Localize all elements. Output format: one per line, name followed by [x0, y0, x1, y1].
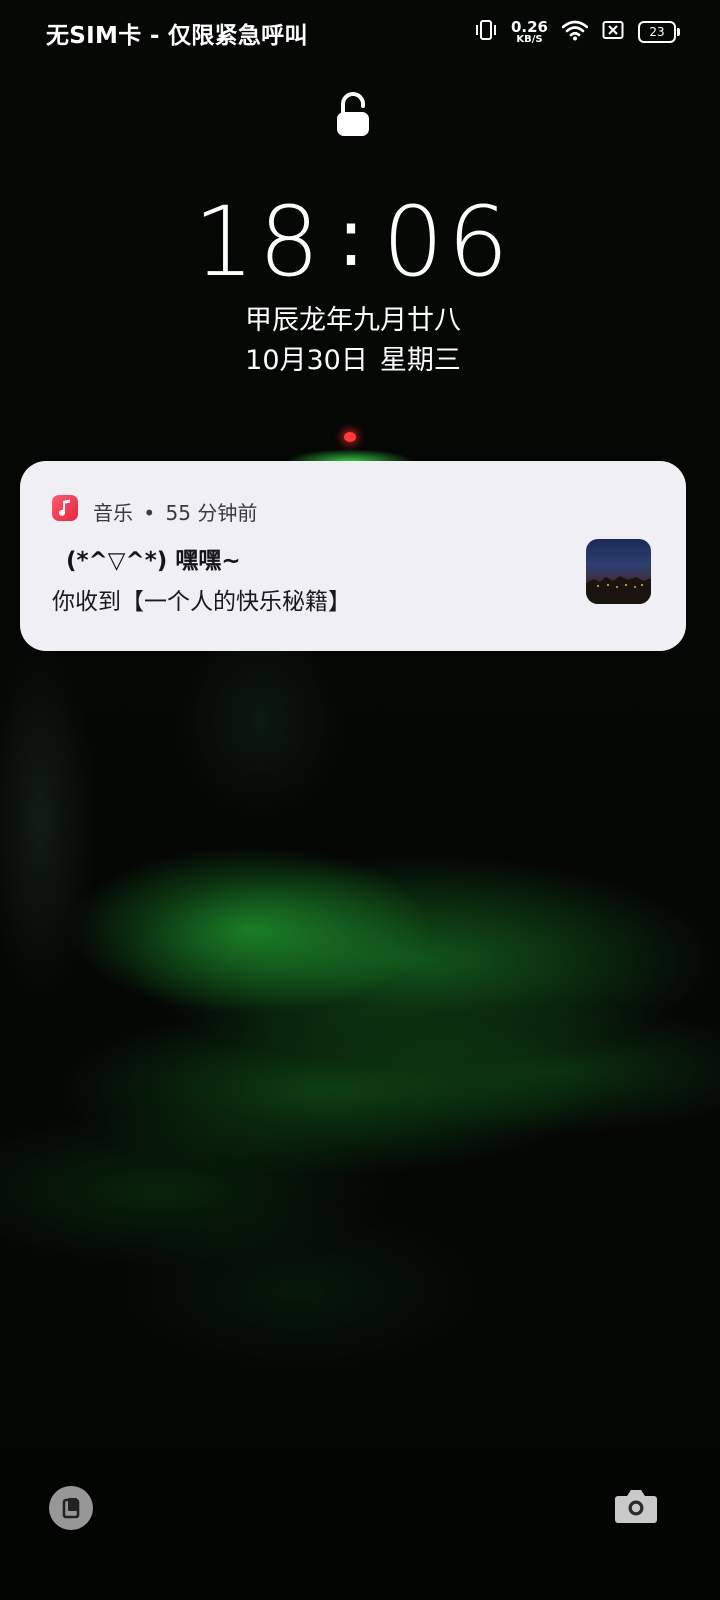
no-sim-icon	[602, 20, 624, 44]
wallet-icon	[62, 1498, 80, 1519]
notification-time: 55 分钟前	[165, 501, 258, 525]
clock-hour: 18	[193, 186, 324, 298]
status-bar: 无SIM卡 - 仅限紧急呼叫 0.26 KB/S 23	[0, 0, 720, 64]
weekday-text: 星期三	[379, 345, 461, 376]
lockscreen-clock: 18:06	[0, 186, 706, 298]
camera-shortcut-button[interactable]	[614, 1486, 658, 1526]
camera-icon	[615, 1490, 657, 1523]
notification-body: 你收到【一个人的快乐秘籍】	[52, 589, 351, 615]
notification-thumbnail	[586, 539, 651, 604]
notification-title: (*^▽^*) 嘿嘿~	[66, 548, 241, 574]
network-speed: 0.26 KB/S	[510, 17, 548, 45]
clock-minute: 06	[382, 186, 513, 298]
music-app-icon	[52, 495, 78, 521]
notification-header: 音乐 • 55 分钟前	[93, 497, 257, 526]
music-note-icon	[59, 499, 70, 516]
battery-icon: 23	[638, 21, 680, 43]
unlocked-padlock-icon	[334, 92, 372, 138]
battery-level: 23	[649, 25, 665, 39]
notification-card[interactable]: 音乐 • 55 分钟前 (*^▽^*) 嘿嘿~ 你收到【一个人的快乐秘籍】	[20, 461, 686, 651]
notification-app-name: 音乐	[93, 501, 133, 525]
lunar-date: 甲辰龙年九月廿八	[245, 305, 461, 336]
vibrate-icon	[475, 19, 497, 45]
solar-date: 10月30日 星期三	[0, 338, 706, 377]
network-speed-value: 0.26	[510, 17, 548, 36]
wallpaper-red-light	[344, 432, 356, 442]
carrier-text: 无SIM卡 - 仅限紧急呼叫	[46, 23, 308, 49]
notification-header-separator: •	[143, 501, 156, 525]
wifi-icon	[561, 19, 589, 45]
wallet-shortcut-button[interactable]	[49, 1486, 93, 1530]
clock-separator: :	[337, 191, 369, 284]
date-text: 10月30日	[245, 345, 368, 376]
status-icons: 0.26 KB/S 23	[475, 16, 680, 48]
network-speed-unit: KB/S	[516, 33, 543, 45]
